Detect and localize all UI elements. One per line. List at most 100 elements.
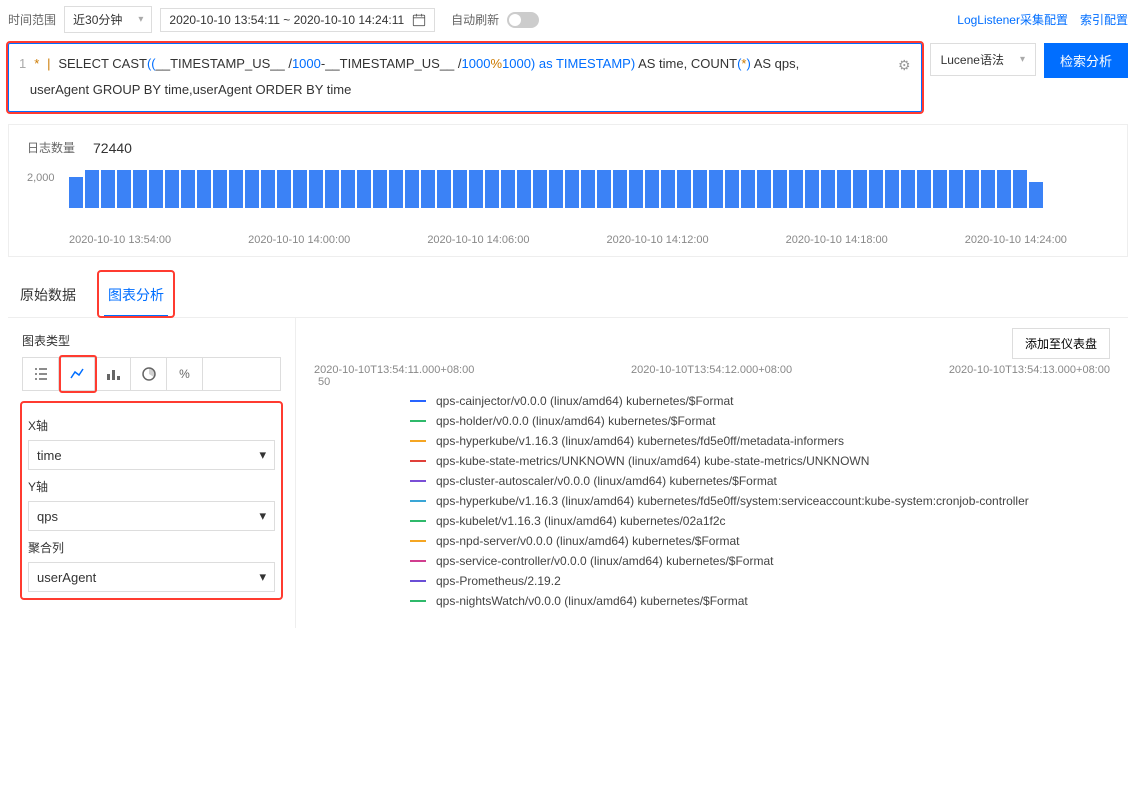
histogram-bar[interactable] (741, 170, 755, 208)
histogram-bar[interactable] (997, 170, 1011, 208)
histogram-bar[interactable] (117, 170, 131, 208)
loglistener-config-link[interactable]: LogListener采集配置 (957, 11, 1068, 28)
legend-swatch (410, 520, 426, 522)
x-axis-label: X轴 (28, 417, 275, 434)
search-analyze-button[interactable]: 检索分析 (1044, 43, 1128, 78)
histogram-bar[interactable] (773, 170, 787, 208)
histogram-bar[interactable] (645, 170, 659, 208)
x-axis-select[interactable]: time▾ (28, 440, 275, 470)
pie-chart-icon[interactable] (131, 358, 167, 390)
legend-swatch (410, 420, 426, 422)
histogram-bar[interactable] (245, 170, 259, 208)
histogram-bar[interactable] (549, 170, 563, 208)
histogram-bar[interactable] (757, 170, 771, 208)
histogram-bar[interactable] (725, 170, 739, 208)
histogram-bar[interactable] (597, 170, 611, 208)
histogram-bar[interactable] (837, 170, 851, 208)
histogram-bar[interactable] (133, 170, 147, 208)
histogram-bar[interactable] (901, 170, 915, 208)
tab-raw-data[interactable]: 原始数据 (16, 275, 80, 317)
histogram-bar[interactable] (309, 170, 323, 208)
legend-item: qps-nightsWatch/v0.0.0 (linux/amd64) kub… (410, 594, 1110, 608)
histogram-bar[interactable] (533, 170, 547, 208)
histogram-bar[interactable] (405, 170, 419, 208)
histogram-bar[interactable] (789, 170, 803, 208)
bar-chart-icon[interactable] (95, 358, 131, 390)
histogram-bars (69, 168, 1109, 208)
date-range-picker[interactable]: 2020-10-10 13:54:11 ~ 2020-10-10 14:24:1… (160, 8, 435, 32)
annotation-box (6, 41, 924, 114)
histogram-bar[interactable] (197, 170, 211, 208)
chevron-down-icon: ▾ (259, 569, 266, 585)
histogram-bar[interactable] (869, 170, 883, 208)
gear-icon[interactable]: ⚙ (898, 52, 911, 79)
histogram-bar[interactable] (453, 170, 467, 208)
histogram-bar[interactable] (981, 170, 995, 208)
histogram-bar[interactable] (613, 170, 627, 208)
y-axis-label: Y轴 (28, 478, 275, 495)
legend-item: qps-hyperkube/v1.16.3 (linux/amd64) kube… (410, 434, 1110, 448)
index-config-link[interactable]: 索引配置 (1080, 11, 1128, 28)
histogram-bar[interactable] (853, 170, 867, 208)
histogram-bar[interactable] (213, 170, 227, 208)
percent-icon[interactable]: % (167, 358, 203, 390)
auto-refresh-toggle[interactable] (507, 12, 539, 28)
histogram-bar[interactable] (341, 170, 355, 208)
histogram-bar[interactable] (933, 170, 947, 208)
timestamp-row: 2020-10-10T13:54:11.000+08:002020-10-10T… (314, 364, 1110, 376)
histogram-bar[interactable] (469, 170, 483, 208)
histogram-bar[interactable] (501, 170, 515, 208)
query-editor[interactable]: ⚙ 1* | SELECT CAST((__TIMESTAMP_US__ /10… (8, 43, 922, 112)
histogram-bar[interactable] (709, 170, 723, 208)
histogram-bar[interactable] (629, 170, 643, 208)
histogram-bar[interactable] (389, 170, 403, 208)
log-count-value: 72440 (93, 140, 132, 156)
histogram-bar[interactable] (373, 170, 387, 208)
histogram-bar[interactable] (821, 170, 835, 208)
histogram-bar[interactable] (69, 177, 83, 208)
histogram-bar[interactable] (421, 170, 435, 208)
time-range-select[interactable]: 近30分钟 ▾ (64, 6, 152, 33)
histogram-bar[interactable] (581, 170, 595, 208)
legend-swatch (410, 600, 426, 602)
histogram-bar[interactable] (101, 170, 115, 208)
auto-refresh-label: 自动刷新 (451, 11, 499, 28)
tab-chart-analysis[interactable]: 图表分析 (104, 275, 168, 317)
histogram-bar[interactable] (181, 170, 195, 208)
legend-swatch (410, 500, 426, 502)
histogram-panel: 日志数量 72440 2,000 2020-10-10 13:54:002020… (8, 124, 1128, 257)
histogram-bar[interactable] (229, 170, 243, 208)
syntax-select[interactable]: Lucene语法 ▾ (930, 43, 1036, 76)
histogram-bar[interactable] (917, 170, 931, 208)
histogram-bar[interactable] (165, 170, 179, 208)
histogram-bar[interactable] (85, 170, 99, 208)
histogram-bar[interactable] (693, 170, 707, 208)
histogram-bar[interactable] (1013, 170, 1027, 208)
histogram-bar[interactable] (517, 170, 531, 208)
histogram-bar[interactable] (1029, 182, 1043, 208)
histogram-bar[interactable] (261, 170, 275, 208)
list-icon[interactable] (23, 358, 59, 390)
y-axis-select[interactable]: qps▾ (28, 501, 275, 531)
legend-swatch (410, 460, 426, 462)
histogram-bar[interactable] (149, 170, 163, 208)
histogram-bar[interactable] (277, 170, 291, 208)
histogram-bar[interactable] (357, 170, 371, 208)
result-tabs: 原始数据 图表分析 (8, 275, 1128, 318)
histogram-bar[interactable] (677, 170, 691, 208)
legend-item: qps-Prometheus/2.19.2 (410, 574, 1110, 588)
chevron-down-icon: ▾ (259, 447, 266, 463)
legend-item: qps-kubelet/v1.16.3 (linux/amd64) kubern… (410, 514, 1110, 528)
add-to-dashboard-button[interactable]: 添加至仪表盘 (1012, 328, 1110, 359)
histogram-bar[interactable] (805, 170, 819, 208)
histogram-bar[interactable] (437, 170, 451, 208)
histogram-bar[interactable] (565, 170, 579, 208)
histogram-bar[interactable] (293, 170, 307, 208)
histogram-bar[interactable] (325, 170, 339, 208)
histogram-bar[interactable] (965, 170, 979, 208)
aggregate-select[interactable]: userAgent▾ (28, 562, 275, 592)
histogram-bar[interactable] (949, 170, 963, 208)
histogram-bar[interactable] (885, 170, 899, 208)
histogram-bar[interactable] (661, 170, 675, 208)
histogram-bar[interactable] (485, 170, 499, 208)
